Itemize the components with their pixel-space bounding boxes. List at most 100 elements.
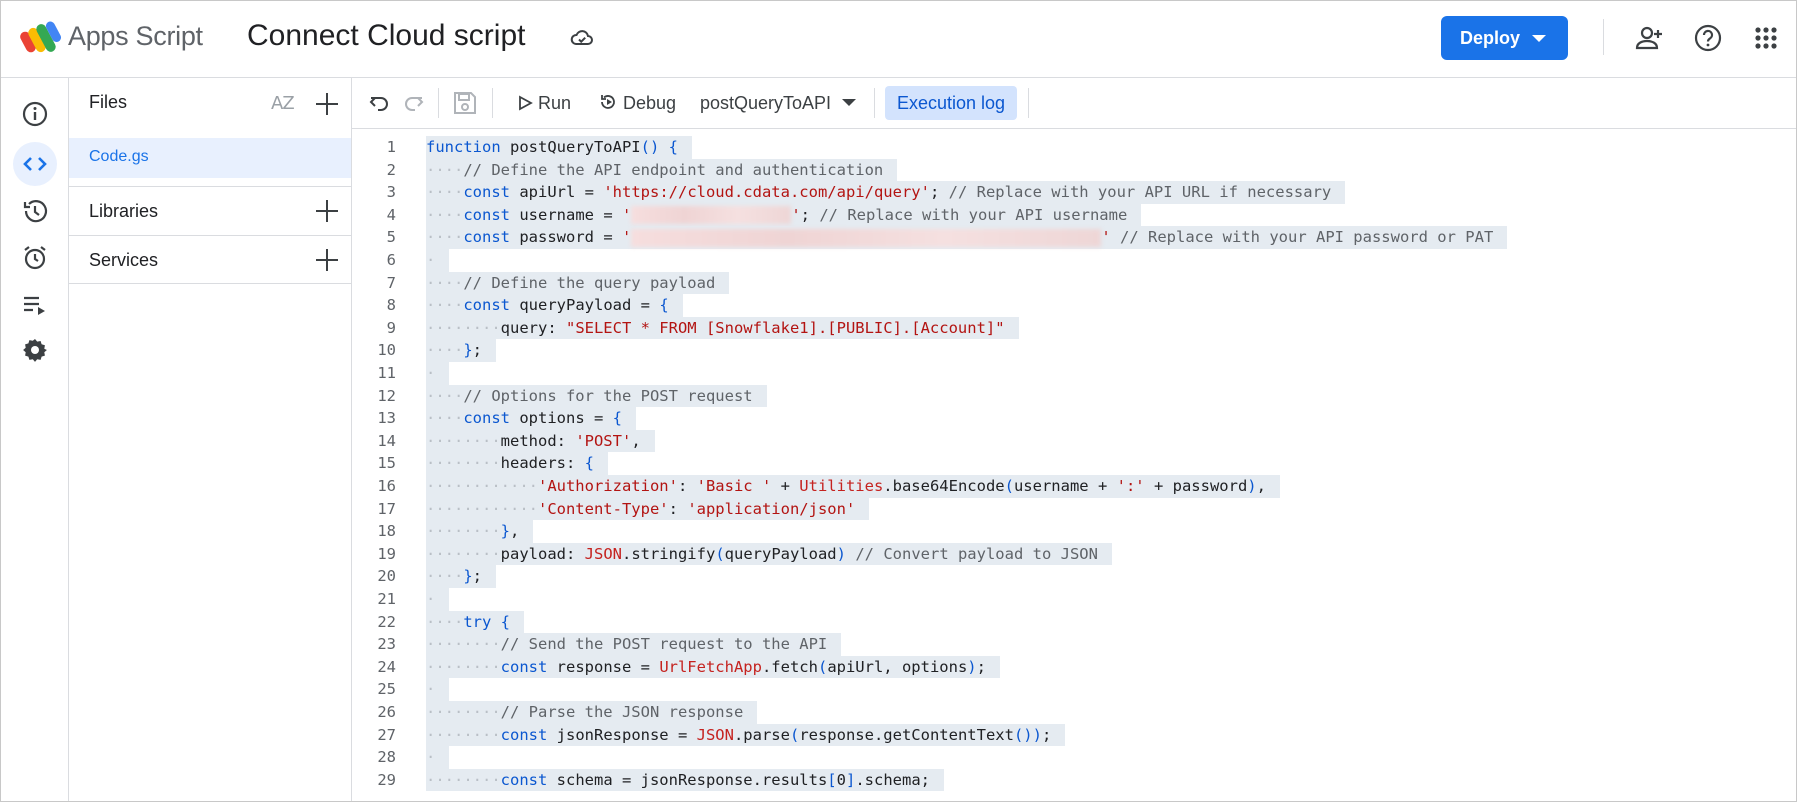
code-token: apiUrl, options <box>827 657 968 676</box>
libraries-section[interactable]: Libraries <box>69 186 351 235</box>
code-token: // Convert payload to JSON <box>855 544 1098 563</box>
code-token: ········ <box>426 725 501 744</box>
line-number: 28 <box>377 748 396 767</box>
code-token: queryPayload = <box>510 296 660 315</box>
line-number: 6 <box>386 251 396 269</box>
file-item-code-gs[interactable]: Code.gs <box>69 138 351 178</box>
add-library-icon[interactable] <box>315 199 339 223</box>
sort-az-icon[interactable]: AZ <box>271 93 295 114</box>
code-token: const <box>463 409 510 428</box>
help-icon[interactable] <box>1693 23 1723 53</box>
code-text: · <box>426 678 450 701</box>
line-number: 8 <box>386 296 396 315</box>
code-token: response = <box>547 657 660 676</box>
code-token: const <box>500 725 548 744</box>
files-panel: Files AZ Code.gs Libraries Services <box>69 78 352 801</box>
code-token: ( <box>1004 477 1014 495</box>
code-token: · <box>426 680 436 699</box>
undo-icon[interactable] <box>367 91 391 115</box>
triggers-nav[interactable] <box>13 236 57 280</box>
line-number: 14 <box>377 431 396 450</box>
code-token: { <box>500 612 511 631</box>
code-token: ; <box>929 183 949 202</box>
divider <box>874 88 875 118</box>
code-token: ( <box>715 544 725 563</box>
code-token: ········ <box>426 431 501 450</box>
libraries-label: Libraries <box>89 201 159 221</box>
line-number: 12 <box>377 386 396 405</box>
line-number: 29 <box>377 770 396 789</box>
code-token: schema = jsonResponse.results <box>547 770 828 789</box>
code-token: } <box>500 522 510 541</box>
redacted-text <box>631 228 1102 247</box>
top-bar: Apps Script Connect Cloud script Deploy <box>1 1 1796 78</box>
line-number: 13 <box>377 409 396 428</box>
code-token: // Replace with your API username <box>819 205 1128 224</box>
deploy-button[interactable]: Deploy <box>1441 16 1568 60</box>
code-token: .schema; <box>855 770 930 789</box>
project-history-nav[interactable] <box>13 189 57 233</box>
line-number: 3 <box>386 183 396 202</box>
add-file-icon[interactable] <box>315 92 339 116</box>
line-number: 5 <box>386 228 396 247</box>
code-icon <box>23 157 47 171</box>
code-text: ········payload: JSON.stringify(queryPay… <box>426 542 1112 566</box>
divider <box>1603 19 1604 55</box>
line-number: 27 <box>377 725 396 744</box>
execution-log-button[interactable]: Execution log <box>885 86 1017 120</box>
code-token: ; <box>800 205 820 224</box>
function-selector[interactable]: postQueryToAPI <box>700 78 857 128</box>
history-icon <box>23 200 48 223</box>
settings-icon <box>23 339 47 362</box>
code-token: const <box>463 228 510 247</box>
line-number: 7 <box>386 273 396 292</box>
code-editor[interactable]: 1 function postQueryToAPI() {2 ····// Defi… <box>352 129 1796 801</box>
code-token: query: <box>500 318 566 337</box>
save-icon[interactable] <box>452 90 478 116</box>
code-token: } <box>463 567 473 586</box>
add-service-icon[interactable] <box>315 248 339 272</box>
code-token: ···· <box>426 341 464 360</box>
play-icon <box>519 95 533 111</box>
code-token: ········ <box>426 522 501 541</box>
code-token: ········ <box>426 635 501 654</box>
code-text: ····const password = ' ' // Replace with … <box>426 226 1508 249</box>
line-number: 18 <box>377 522 396 541</box>
project-settings-nav[interactable] <box>13 328 57 372</box>
code-token: ········ <box>426 318 501 337</box>
cloud-saved-icon <box>570 30 593 45</box>
redo-icon[interactable] <box>402 91 426 115</box>
services-section[interactable]: Services <box>69 235 351 284</box>
add-person-icon[interactable] <box>1635 23 1665 53</box>
editor-nav[interactable] <box>13 142 57 186</box>
apps-grid-icon[interactable] <box>1751 23 1781 53</box>
code-token: ···· <box>426 612 464 631</box>
code-token: [ <box>827 770 837 789</box>
project-title[interactable]: Connect Cloud script <box>247 19 525 53</box>
code-text: · <box>426 249 450 272</box>
executions-nav[interactable] <box>13 283 57 327</box>
code-token: .base64Encode <box>883 477 1005 495</box>
code-token: + password <box>1144 477 1248 495</box>
code-token: ] <box>845 770 856 789</box>
line-number: 2 <box>386 160 396 179</box>
run-label: Run <box>538 93 572 113</box>
code-token: 'Content-Type' <box>537 499 669 518</box>
files-heading: Files <box>89 92 128 112</box>
run-button[interactable]: Run <box>517 78 571 128</box>
code-token: ···· <box>426 409 464 428</box>
code-token: // Define the query payload <box>463 273 716 292</box>
code-token: ' <box>621 205 632 224</box>
code-token: JSON <box>584 544 622 563</box>
code-token: ········ <box>426 770 501 789</box>
code-text: ····const queryPayload = { <box>426 294 683 317</box>
code-text: ········// Parse the JSON response <box>426 701 758 724</box>
code-token: : <box>677 477 697 495</box>
apps-script-logo[interactable] <box>19 19 61 57</box>
line-number: 16 <box>377 477 396 495</box>
redacted-text <box>631 206 792 225</box>
debug-button[interactable]: Debug <box>598 78 676 128</box>
overview-nav[interactable] <box>13 92 57 136</box>
